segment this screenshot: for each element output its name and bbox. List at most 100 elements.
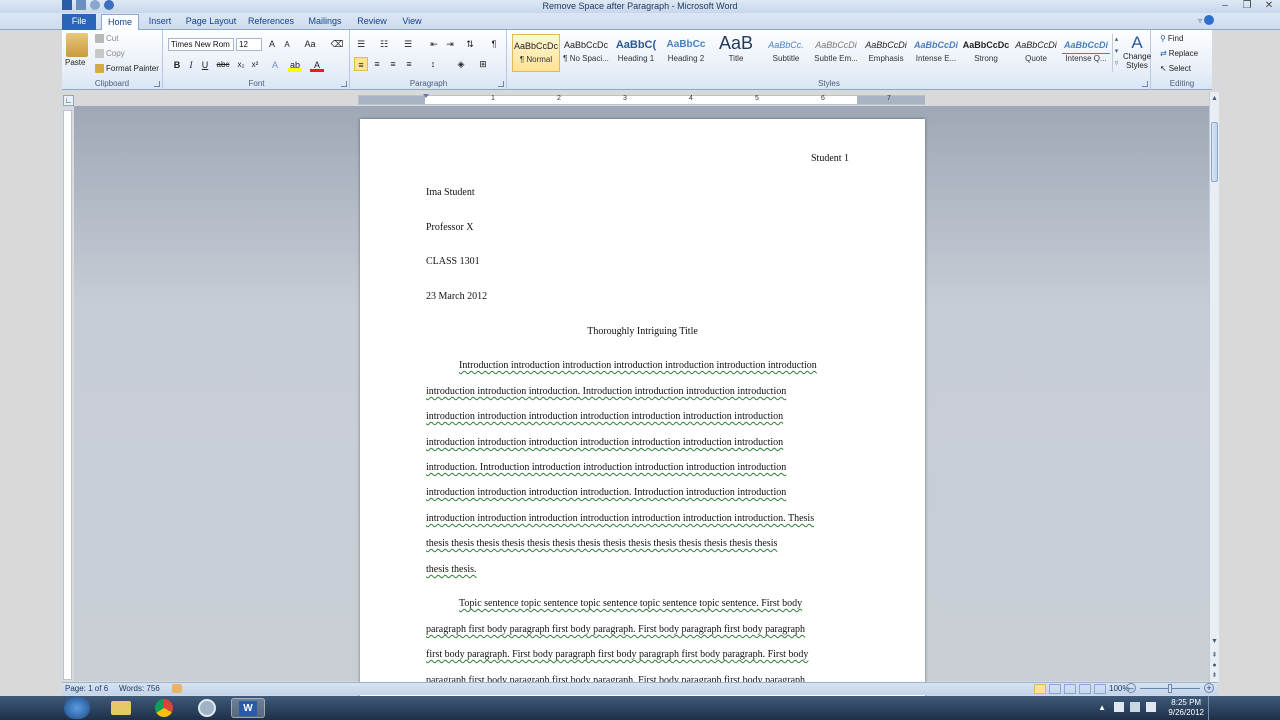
word-count[interactable]: Words: 756 — [119, 684, 160, 693]
tab-file[interactable]: File — [62, 14, 96, 30]
word-taskbar-icon[interactable]: W — [231, 698, 265, 718]
borders-icon[interactable]: ⊞ — [476, 57, 490, 71]
style-intense-quote[interactable]: AaBbCcDi Intense Q... — [1062, 34, 1110, 72]
tab-mailings[interactable]: Mailings — [304, 14, 346, 30]
next-page-icon[interactable]: ⇟ — [1211, 671, 1218, 680]
tab-view[interactable]: View — [398, 14, 426, 30]
zoom-in-icon[interactable]: + — [1204, 683, 1214, 693]
decrease-indent-icon[interactable]: ⇤ — [427, 37, 441, 51]
font-name-select[interactable]: Times New Rom — [168, 38, 234, 51]
web-layout-icon[interactable] — [1064, 684, 1076, 694]
draft-view-icon[interactable] — [1094, 684, 1106, 694]
print-layout-icon[interactable] — [1034, 684, 1046, 694]
body-line[interactable]: first body paragraph. First body paragra… — [426, 649, 808, 660]
tab-page-layout[interactable]: Page Layout — [184, 14, 238, 30]
document-page[interactable]: Student 1 Ima Student Professor X CLASS … — [360, 119, 925, 719]
show-desktop-button[interactable] — [1208, 696, 1216, 720]
paste-button[interactable]: Paste — [65, 58, 85, 67]
style-subtle-emphasis[interactable]: AaBbCcDi Subtle Em... — [812, 34, 860, 72]
previous-page-icon[interactable]: ⇞ — [1211, 651, 1218, 660]
style-title[interactable]: AaB Title — [712, 34, 760, 72]
find-button[interactable]: ⚲ Find — [1160, 34, 1183, 43]
superscript-icon[interactable]: x² — [248, 58, 262, 72]
tab-review[interactable]: Review — [354, 14, 390, 30]
underline-icon[interactable]: U — [198, 58, 212, 72]
scroll-down-icon[interactable]: ▼ — [1211, 637, 1218, 646]
style-no-spacing[interactable]: AaBbCcDc ¶ No Spaci... — [562, 34, 610, 72]
style-quote[interactable]: AaBbCcDi Quote — [1012, 34, 1060, 72]
style-heading-1[interactable]: AaBbC(Heading 1 — [612, 34, 660, 72]
zoom-out-icon[interactable]: – — [1126, 683, 1136, 693]
scroll-up-icon[interactable]: ▲ — [1211, 94, 1218, 103]
tab-insert[interactable]: Insert — [144, 14, 176, 30]
professor-name[interactable]: Professor X — [426, 222, 474, 233]
vertical-ruler[interactable] — [63, 110, 72, 680]
font-launcher-icon[interactable] — [341, 81, 347, 87]
font-size-select[interactable]: 12 — [236, 38, 262, 51]
sort-icon[interactable]: ⇅ — [463, 37, 477, 51]
intro-line[interactable]: introduction introduction introduction i… — [426, 437, 783, 448]
styles-scroll-icon[interactable]: ▴ ▾ ▿ — [1112, 34, 1120, 72]
align-left-icon[interactable]: ≡ — [354, 57, 368, 71]
indent-marker-icon[interactable] — [423, 94, 429, 98]
explorer-taskbar-icon[interactable] — [104, 698, 138, 718]
outline-view-icon[interactable] — [1079, 684, 1091, 694]
scroll-thumb[interactable] — [1211, 122, 1218, 182]
intro-line[interactable]: introduction introduction introduction i… — [426, 487, 786, 498]
vertical-scrollbar[interactable]: ▲ ▼ ⇞ ● ⇟ — [1209, 92, 1219, 682]
shrink-font-icon[interactable]: A — [280, 38, 294, 52]
show-formatting-marks-icon[interactable]: ¶ — [487, 37, 501, 51]
style-emphasis[interactable]: AaBbCcDi Emphasis — [862, 34, 910, 72]
style-intense-emphasis[interactable]: AaBbCcDi Intense E... — [912, 34, 960, 72]
class-name[interactable]: CLASS 1301 — [426, 256, 480, 267]
volume-icon[interactable] — [1146, 702, 1156, 712]
justify-icon[interactable]: ≡ — [402, 57, 416, 71]
style-subtitle[interactable]: AaBbCc. Subtitle — [762, 34, 810, 72]
line-spacing-icon[interactable]: ↕ — [426, 57, 440, 71]
minimize-icon[interactable]: – — [1214, 0, 1236, 12]
styles-launcher-icon[interactable] — [1142, 81, 1148, 87]
cut-button[interactable]: Cut — [95, 34, 118, 43]
restore-icon[interactable]: ❐ — [1236, 0, 1258, 12]
show-hidden-icons-icon[interactable]: ▲ — [1098, 703, 1106, 712]
system-clock[interactable]: 8:25 PM 9/26/2012 — [1168, 698, 1204, 718]
author-name[interactable]: Ima Student — [426, 187, 475, 198]
browse-object-icon[interactable]: ● — [1211, 661, 1218, 670]
strikethrough-icon[interactable]: abc — [216, 58, 230, 72]
page-header[interactable]: Student 1 — [811, 153, 849, 164]
clear-formatting-icon[interactable]: ⌫ — [330, 37, 344, 51]
highlight-icon[interactable]: ab — [288, 58, 302, 72]
network-icon[interactable] — [1130, 702, 1140, 712]
font-color-icon[interactable]: A — [310, 58, 324, 72]
intro-line[interactable]: introduction introduction introduction. … — [426, 386, 786, 397]
body-line[interactable]: Topic sentence topic sentence topic sent… — [459, 598, 802, 609]
bold-icon[interactable]: B — [170, 58, 184, 72]
intro-line[interactable]: introduction introduction introduction i… — [426, 411, 783, 422]
numbering-icon[interactable]: ☷ — [377, 37, 391, 51]
intro-line[interactable]: introduction. Introduction introduction … — [426, 462, 786, 473]
bullets-icon[interactable]: ☰ — [354, 37, 368, 51]
format-painter-button[interactable]: Format Painter — [95, 64, 159, 73]
italic-icon[interactable]: I — [184, 58, 198, 72]
multilevel-list-icon[interactable]: ☰ — [401, 37, 415, 51]
intro-line[interactable]: thesis thesis thesis thesis thesis thesi… — [426, 538, 777, 549]
change-case-icon[interactable]: Aa — [303, 37, 317, 51]
help-icon[interactable] — [1204, 15, 1214, 25]
intro-line[interactable]: Introduction introduction introduction i… — [459, 360, 817, 371]
style-normal[interactable]: AaBbCcDc ¶ Normal — [512, 34, 560, 72]
text-effects-icon[interactable]: A — [268, 58, 282, 72]
proofing-icon[interactable] — [172, 684, 182, 693]
style-heading-2[interactable]: AaBbCc Heading 2 — [662, 34, 710, 72]
subscript-icon[interactable]: x₂ — [234, 58, 248, 72]
shading-icon[interactable]: ◈ — [454, 57, 468, 71]
align-center-icon[interactable]: ≡ — [370, 57, 384, 71]
grow-font-icon[interactable]: A — [265, 37, 279, 51]
change-styles-button[interactable]: A Change Styles — [1123, 34, 1151, 76]
clipboard-launcher-icon[interactable] — [154, 81, 160, 87]
document-date[interactable]: 23 March 2012 — [426, 291, 487, 302]
chrome-taskbar-icon[interactable] — [147, 698, 181, 718]
document-title[interactable]: Thoroughly Intriguing Title — [360, 326, 925, 337]
select-button[interactable]: ↖ Select — [1160, 64, 1191, 73]
app-taskbar-icon[interactable] — [190, 698, 224, 718]
horizontal-ruler[interactable]: 1 2 3 4 5 6 7 — [358, 94, 925, 105]
